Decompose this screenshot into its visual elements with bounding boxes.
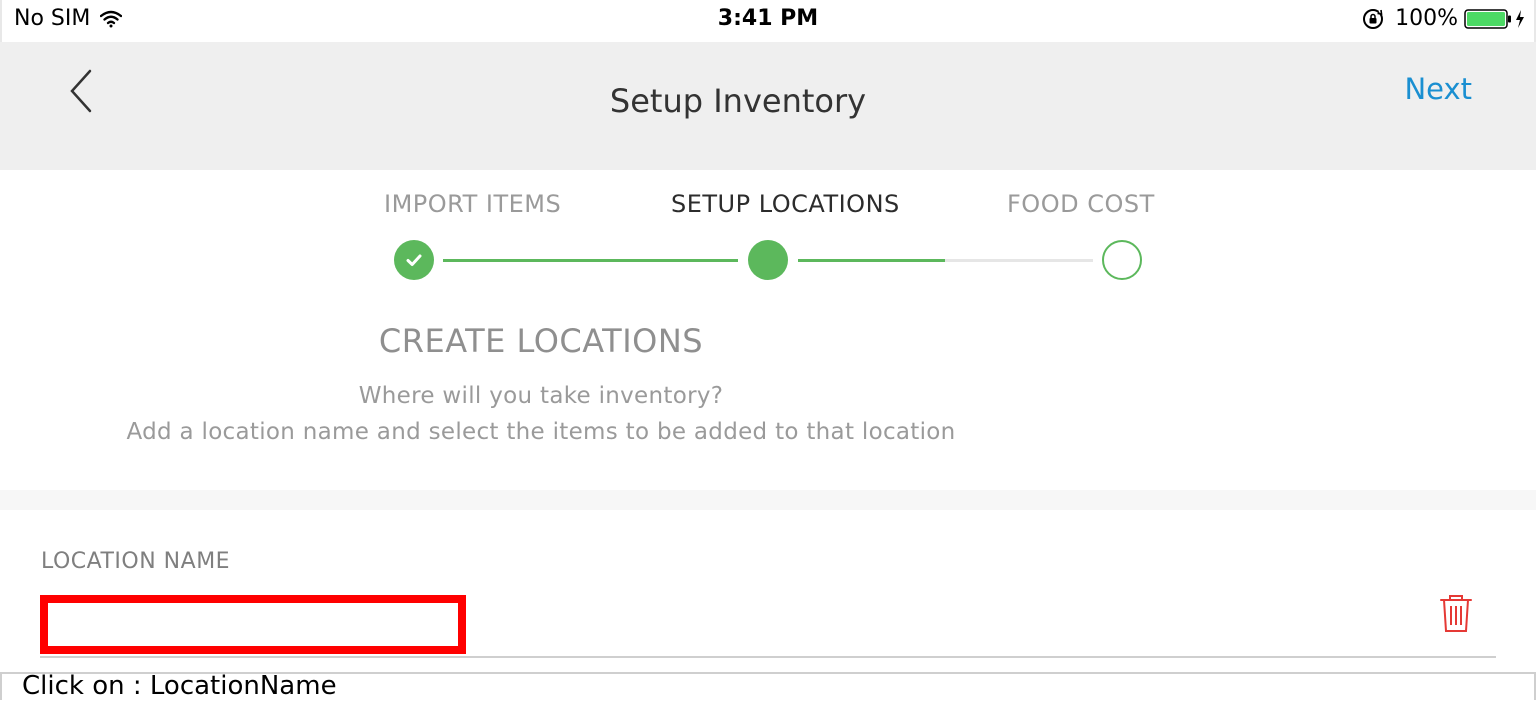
trash-icon[interactable] <box>1437 592 1475 634</box>
step-indicator-food-cost <box>1102 240 1142 280</box>
location-name-label: LOCATION NAME <box>41 549 231 574</box>
section-title: CREATE LOCATIONS <box>378 322 704 360</box>
page-title-text: Setup Inventory <box>609 82 867 120</box>
charging-icon <box>1516 9 1524 28</box>
step-connector-completed <box>443 259 738 262</box>
navigation-bar: Setup Inventory Next <box>0 42 1536 170</box>
status-time: 3:41 PM <box>717 6 819 31</box>
stepper-labels: IMPORT ITEMS SETUP LOCATIONS FOOD COST <box>0 190 1536 222</box>
section-subtitle-question: Where will you take inventory? <box>358 383 724 409</box>
step-label-setup-locations: SETUP LOCATIONS <box>671 190 900 218</box>
orientation-lock-icon <box>1363 8 1384 29</box>
step-indicator-setup-locations <box>748 240 788 280</box>
location-name-input[interactable] <box>40 595 466 654</box>
next-button[interactable]: Next <box>1404 72 1472 106</box>
page-title: Setup Inventory <box>0 82 1536 120</box>
status-bar: No SIM 3:41 PM 100% <box>0 0 1536 42</box>
section-divider <box>0 490 1536 510</box>
battery-icon <box>1464 8 1511 29</box>
step-label-import-items: IMPORT ITEMS <box>384 190 562 218</box>
status-right: 100% <box>1361 6 1526 31</box>
input-underline <box>40 656 1496 658</box>
stepper-progress <box>0 240 1536 282</box>
step-connector-remaining <box>945 259 1093 262</box>
step-connector-partial <box>798 259 945 262</box>
step-indicator-import-items <box>394 240 434 280</box>
instruction-caption: Click on : LocationName <box>22 671 337 701</box>
step-label-food-cost: FOOD COST <box>1007 190 1155 218</box>
check-icon <box>406 254 422 266</box>
battery-percent: 100% <box>1395 6 1458 31</box>
section-subtitle-instructions: Add a location name and select the items… <box>126 419 956 445</box>
